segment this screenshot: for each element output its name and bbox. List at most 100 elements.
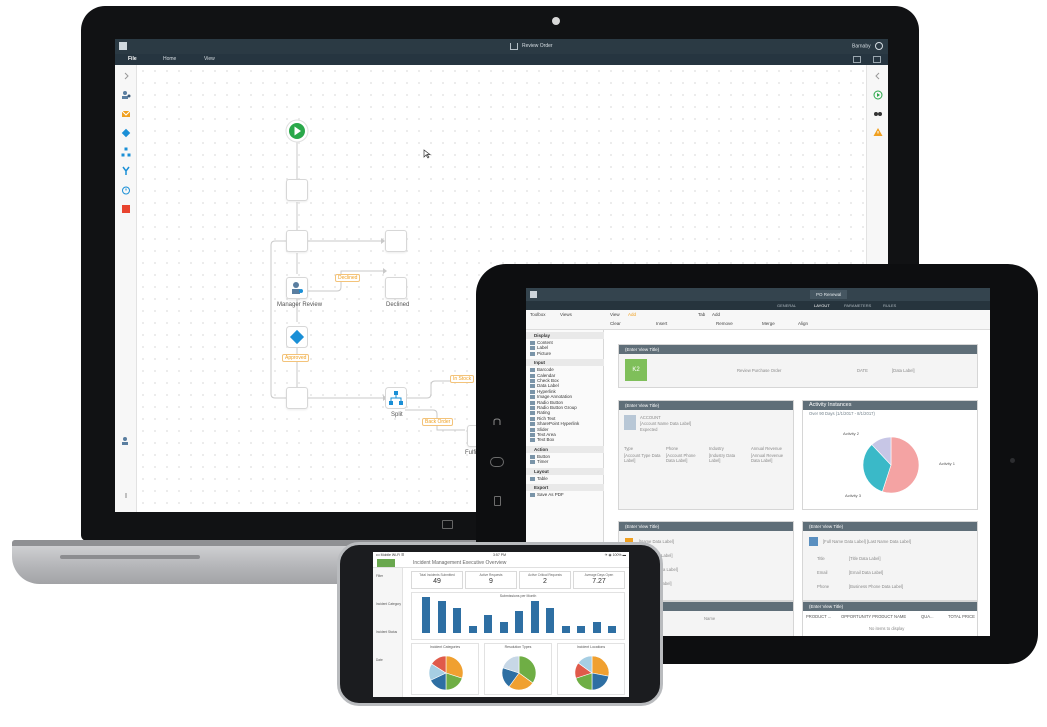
mouse-cursor-icon (423, 149, 431, 159)
grid-header[interactable]: TOTAL PRICE (948, 614, 975, 619)
menu-view[interactable]: View (204, 54, 215, 65)
toolbox-button[interactable]: Toolbox (530, 311, 546, 319)
decision-icon[interactable] (121, 128, 131, 138)
tab-layout[interactable]: LAYOUT (814, 301, 830, 310)
collapse-chevron-icon[interactable] (121, 71, 131, 81)
users-icon[interactable] (121, 90, 131, 100)
bar-mark[interactable] (422, 597, 430, 633)
toolbox-group-header[interactable]: Display (526, 332, 604, 339)
workflow-step[interactable] (286, 179, 308, 201)
align-button[interactable]: Align (798, 320, 808, 328)
tab-general[interactable]: GENERAL (777, 301, 796, 310)
timer-icon[interactable] (121, 185, 131, 195)
toolbox-item[interactable]: Text Box (530, 437, 554, 443)
split-node[interactable] (385, 387, 407, 409)
merge-icon[interactable] (121, 166, 131, 176)
recent-apps-icon[interactable] (494, 496, 501, 506)
views-button[interactable]: Views (560, 311, 572, 319)
person-panel[interactable]: (Enter View Title) [Full Name Data Label… (802, 521, 978, 601)
toolbox-item[interactable]: Timer (530, 459, 548, 465)
menu-home[interactable]: Home (163, 54, 176, 65)
declined-step[interactable] (385, 277, 407, 299)
phone-pie-slice[interactable] (591, 672, 610, 691)
merge-button[interactable]: Merge (762, 320, 775, 328)
account-name: [Account Name Data Label] (640, 421, 692, 426)
bar-mark[interactable] (577, 625, 585, 633)
bar-mark[interactable] (437, 600, 446, 633)
bar-mark[interactable] (530, 600, 539, 633)
bar-mark[interactable] (484, 615, 492, 633)
stop-icon[interactable] (121, 204, 131, 214)
bar-mark[interactable] (592, 622, 601, 633)
empty-grid-message: No items to display (869, 626, 905, 631)
clear-button[interactable]: Clear (610, 320, 621, 328)
tab-label: Tab (698, 312, 706, 317)
grid-header[interactable]: OPPORTUNITY PRODUCT NAME (841, 614, 906, 619)
toolbox-item[interactable]: Picture (530, 351, 551, 357)
bar-mark[interactable] (499, 622, 508, 633)
user-menu[interactable]: Barnaby (852, 42, 883, 51)
toolbox-group-header[interactable]: Layout (526, 467, 604, 475)
filter-incident-category[interactable]: Incident Category (376, 602, 401, 606)
mail-icon[interactable] (121, 109, 131, 119)
kpi-card[interactable]: Active Requests 9 (465, 571, 517, 589)
chart-title: Incident Categories (429, 645, 461, 649)
phone-pie-slice[interactable] (591, 655, 610, 677)
bar-mark[interactable] (546, 607, 554, 633)
workflow-step[interactable] (286, 387, 308, 409)
manager-review-step[interactable] (286, 277, 308, 299)
expand-chevron-icon[interactable] (873, 71, 883, 81)
document-tab[interactable]: PO Renewal (810, 290, 848, 299)
app-titlebar: Review Order Barnaby (115, 39, 888, 54)
activity-chart-panel[interactable]: Activity Instances Over 90 Days (1/1/201… (802, 400, 978, 510)
pie-card[interactable]: Incident Locations (557, 643, 625, 695)
bar-mark[interactable] (453, 607, 461, 633)
participants-icon[interactable] (121, 436, 131, 446)
workflow-step[interactable] (385, 230, 407, 252)
run-icon[interactable] (873, 90, 883, 100)
split-icon[interactable] (121, 147, 131, 157)
pie-card[interactable]: Incident Categories (411, 643, 479, 695)
warning-icon[interactable] (873, 127, 883, 137)
kpi-card[interactable]: Total Incidents Submitted 49 (411, 571, 463, 589)
kpi-card[interactable]: Average Days Open 7.27 (573, 571, 625, 589)
document-tab[interactable]: Review Order (510, 41, 565, 52)
tab-parameters[interactable]: PARAMETERS (844, 301, 871, 310)
bar-mark[interactable] (608, 625, 616, 633)
name-column: Name (704, 616, 716, 621)
tab-rules[interactable]: RULES (883, 301, 896, 310)
remove-button[interactable]: Remove (716, 320, 733, 328)
toolbox-item[interactable]: Table (530, 476, 548, 482)
grid-header[interactable]: PRODUCT ... (806, 614, 831, 619)
pie-card[interactable]: Resolution Types (484, 643, 552, 695)
insert-button[interactable]: Insert (656, 320, 667, 328)
header-panel[interactable]: (Enter View Title) K2 Review Purchase Or… (618, 344, 978, 388)
toolbox-group-header[interactable]: Action (526, 445, 604, 453)
toolbox-group-header[interactable]: Input (526, 359, 604, 367)
filter-date[interactable]: Date (376, 658, 383, 662)
undo-icon[interactable] (853, 56, 861, 63)
back-icon[interactable] (492, 418, 502, 428)
add-tab-button[interactable]: Add (712, 311, 720, 319)
toolbox-item[interactable]: Save As PDF (530, 492, 564, 498)
bar-mark[interactable] (468, 625, 477, 633)
info-icon[interactable] (121, 490, 131, 500)
filter-incident-status[interactable]: Incident Status (376, 630, 397, 634)
kpi-card[interactable]: Active Critical Requests 2 (519, 571, 571, 589)
person-name: [Full Name Data Label] [Last Name Data L… (823, 539, 911, 544)
menu-file[interactable]: File (128, 54, 137, 65)
home-button[interactable] (490, 457, 504, 467)
workflow-step[interactable] (286, 230, 308, 252)
add-view-button[interactable]: Add (628, 311, 636, 319)
submissions-bar-chart[interactable]: Submissions per Month (411, 592, 625, 640)
bar-mark[interactable] (561, 625, 570, 633)
products-grid[interactable]: (Enter View Title) PRODUCT ... OPPORTUNI… (802, 601, 978, 636)
decision-node[interactable] (286, 326, 308, 348)
account-panel[interactable]: (Enter View Title) ACCOUNT [Account Name… (618, 400, 794, 510)
bar-mark[interactable] (515, 611, 523, 633)
toolbox-group-header[interactable]: Export (526, 484, 604, 491)
start-icon[interactable] (284, 118, 310, 144)
binoculars-icon[interactable] (873, 108, 883, 118)
save-icon[interactable] (873, 56, 881, 63)
grid-header[interactable]: QUA... (921, 614, 934, 619)
